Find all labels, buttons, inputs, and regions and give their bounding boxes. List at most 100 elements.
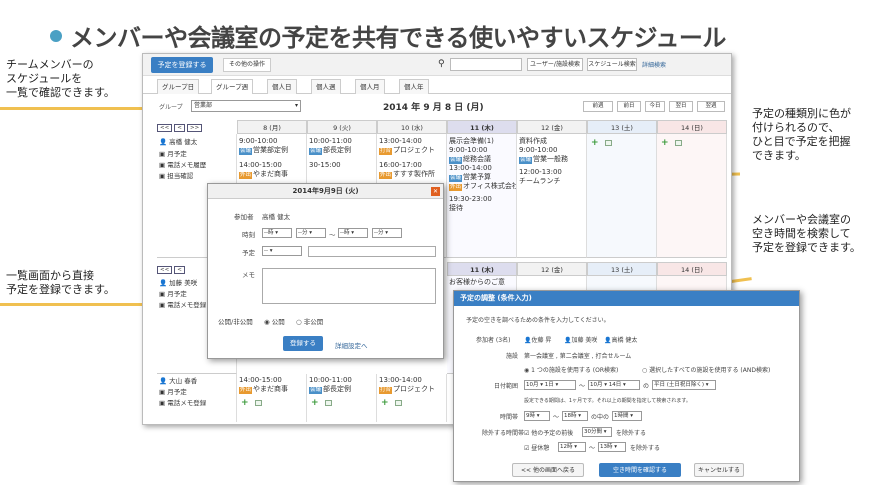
event[interactable]: 打合 プロジェクト [377, 146, 446, 155]
other-actions-button[interactable]: その他の操作 [223, 58, 271, 72]
tab-group-day[interactable]: グループ日 [157, 79, 200, 94]
time-to-select[interactable]: 18時 ▾ [562, 411, 588, 421]
group-select[interactable]: 営業部 ▾ [191, 100, 301, 112]
event[interactable]: 10:00-11:00 [307, 137, 376, 146]
event[interactable]: 14:00-15:00 [237, 161, 306, 170]
detail-settings-link[interactable]: 詳細設定へ [335, 340, 368, 350]
event[interactable]: 16:00-17:00 [377, 161, 446, 170]
add-icon[interactable]: + [311, 398, 319, 408]
day-header[interactable]: 13 (土) [587, 120, 657, 134]
back-button[interactable]: << 他の画面へ戻る [512, 463, 584, 477]
next-week-button[interactable]: 翌週 [697, 101, 725, 112]
event[interactable]: 会議 営業部定例 [237, 146, 306, 155]
member-link[interactable]: ▣ 月予定 [159, 387, 187, 397]
facility-or-radio[interactable]: ◉ 1 つの施設を使用する (OR検索) [524, 365, 618, 374]
event[interactable]: 会議 部長定例 [307, 146, 376, 155]
event[interactable]: 13:00-14:00 [377, 376, 446, 385]
member-link[interactable]: ▣ 電話メモ履歴 [159, 160, 206, 170]
day-cell[interactable]: + [657, 134, 727, 258]
memo-icon[interactable] [255, 400, 262, 406]
day-header[interactable]: 10 (水) [377, 120, 447, 134]
day-header[interactable]: 14 (日) [657, 120, 727, 134]
memo-icon[interactable] [395, 400, 402, 406]
time-length-select[interactable]: 1時間 ▾ [612, 411, 642, 421]
day-cell[interactable]: 展示会準備(1) 9:00-10:00 会議 総務会議 13:00-14:00 会… [447, 134, 517, 258]
day-cell[interactable]: 14:00-15:00 外出 やまだ商事 + [237, 374, 307, 422]
back-arrow-icon[interactable]: < [174, 124, 185, 132]
end-hour-select[interactable]: --時 ▾ [338, 228, 368, 238]
lunch-to-select[interactable]: 13時 ▾ [598, 442, 626, 452]
event[interactable]: 13:00-14:00 [377, 137, 446, 146]
user-search-button[interactable]: ユーザー/施設検索 [527, 58, 583, 71]
exclude-minutes-select[interactable]: 30分間 ▾ [582, 427, 612, 437]
member-link[interactable]: ▣ 月予定 [159, 149, 187, 159]
memo-icon[interactable] [605, 140, 612, 146]
event[interactable]: 外出 やまだ商事 [237, 385, 306, 394]
event[interactable]: 10:00-11:00 [307, 376, 376, 385]
schedule-search-button[interactable]: スケジュール検索 [587, 58, 637, 71]
event[interactable]: 外出 オフィス株式会社 [447, 182, 516, 191]
prev-arrow-icon[interactable]: << [157, 124, 173, 132]
forward-arrow-icon[interactable]: >> [186, 124, 203, 132]
cancel-button[interactable]: キャンセルする [694, 463, 744, 477]
start-hour-select[interactable]: --時 ▾ [262, 228, 292, 238]
event[interactable]: 会議 部長定例 [307, 385, 376, 394]
today-button[interactable]: 今日 [645, 101, 665, 112]
subject-type-select[interactable]: -- ▾ [262, 246, 302, 256]
day-cell[interactable]: 13:00-14:00 打合 プロジェクト + [377, 374, 447, 422]
prev-day-button[interactable]: 前日 [617, 101, 641, 112]
day-header[interactable]: 13 (土) [587, 262, 657, 276]
member-name[interactable]: 👤 高橋 健太 [159, 137, 197, 147]
event[interactable]: 12:00-13:00 [517, 168, 586, 177]
event[interactable]: 19:30-23:00 [447, 195, 516, 204]
tab-group-week[interactable]: グループ週 [211, 79, 254, 94]
member-link[interactable]: ▣ 電話メモ登録 [159, 398, 206, 408]
member-link[interactable]: ▣ 月予定 [159, 289, 187, 299]
event[interactable]: 9:00-10:00 [447, 146, 516, 155]
time-from-select[interactable]: 9時 ▾ [524, 411, 550, 421]
member-link[interactable]: ▣ 担当確認 [159, 171, 193, 181]
tab-personal-day[interactable]: 個人日 [267, 79, 297, 94]
range-from-select[interactable]: 10月 ▾ 1日 ▾ [524, 380, 576, 390]
event[interactable]: 30-15:00 [307, 161, 376, 170]
range-weekday-select[interactable]: 平日 (土日祝日除く) ▾ [652, 380, 716, 390]
prev-arrow-icon[interactable]: << [157, 266, 173, 274]
tab-personal-month[interactable]: 個人月 [355, 79, 385, 94]
facility-and-radio[interactable]: ○ 選択したすべての施設を使用する (AND検索) [642, 365, 770, 374]
memo-textarea[interactable] [262, 268, 436, 304]
day-cell[interactable]: 資料作成 9:00-10:00 会議 営業一般務 12:00-13:00 チームラ… [517, 134, 587, 258]
event[interactable]: 外出 すすす製作所 [377, 170, 446, 179]
day-header[interactable]: 14 (日) [657, 262, 727, 276]
event[interactable]: 資料作成 [517, 137, 586, 146]
add-icon[interactable]: + [241, 398, 249, 408]
day-header[interactable]: 11 (木) [447, 120, 517, 134]
event[interactable]: 14:00-15:00 [237, 376, 306, 385]
detail-search-link[interactable]: 詳細検索 [642, 60, 666, 69]
day-header[interactable]: 12 (金) [517, 120, 587, 134]
event[interactable]: 会議 営業一般務 [517, 155, 586, 164]
event[interactable]: 会議 営業予算 [447, 173, 516, 182]
day-cell[interactable]: 10:00-11:00 会議 部長定例 + [307, 374, 377, 422]
event[interactable]: 会議 総務会議 [447, 155, 516, 164]
tab-personal-year[interactable]: 個人年 [399, 79, 429, 94]
add-icon[interactable]: + [591, 138, 599, 148]
memo-icon[interactable] [325, 400, 332, 406]
exclude-before-after-checkbox[interactable]: ☑ 他の予定の前後 [524, 428, 573, 437]
add-icon[interactable]: + [381, 398, 389, 408]
member-name[interactable]: 👤 大山 春香 [159, 376, 197, 386]
next-day-button[interactable]: 翌日 [669, 101, 693, 112]
day-cell[interactable]: + [587, 134, 657, 258]
exclude-lunch-checkbox[interactable]: ☑ 昼休憩 [524, 443, 549, 452]
event[interactable]: 外出 やまだ商事 [237, 170, 306, 179]
event[interactable]: 13:00-14:00 [447, 164, 516, 173]
event[interactable]: チームランチ [517, 177, 586, 186]
close-icon[interactable]: ✕ [431, 187, 440, 196]
end-min-select[interactable]: --分 ▾ [372, 228, 402, 238]
event[interactable]: 9:00-10:00 [237, 137, 306, 146]
member-link[interactable]: ▣ 電話メモ登録 [159, 300, 206, 310]
range-to-select[interactable]: 10月 ▾ 14日 ▾ [588, 380, 640, 390]
event[interactable]: 接待 [447, 204, 516, 213]
add-icon[interactable]: + [661, 138, 669, 148]
event[interactable]: 9:00-10:00 [517, 146, 586, 155]
check-free-time-button[interactable]: 空き時間を確認する [599, 463, 681, 477]
